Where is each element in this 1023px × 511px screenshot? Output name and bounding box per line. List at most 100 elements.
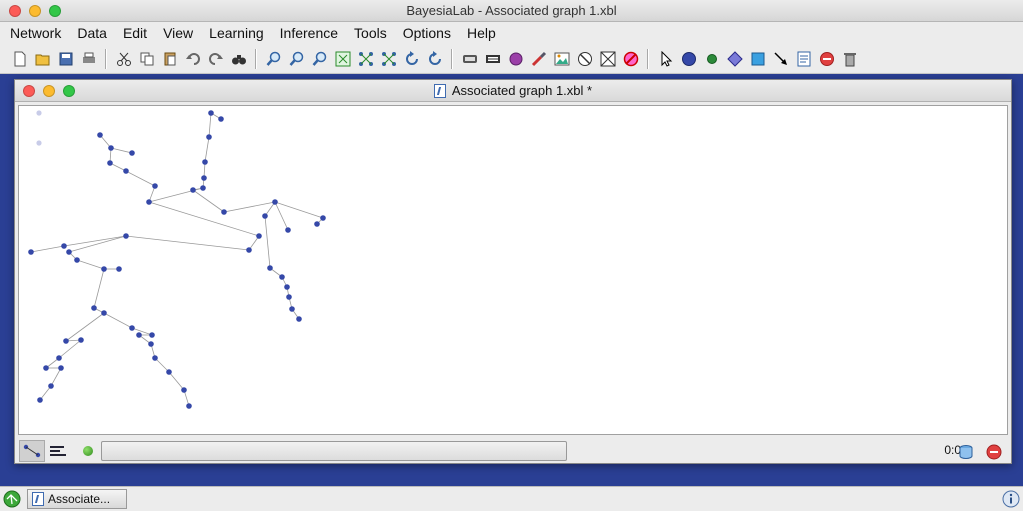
new-button[interactable] [9,48,31,70]
graph-node[interactable] [129,150,135,156]
menu-tools[interactable]: Tools [348,22,393,44]
graph-node[interactable] [116,266,122,272]
node-style-button[interactable] [482,48,504,70]
paste-button[interactable] [159,48,181,70]
undo-button[interactable] [182,48,204,70]
hide-button[interactable] [597,48,619,70]
graph-node[interactable] [206,134,212,140]
menu-data[interactable]: Data [71,22,113,44]
graph-node[interactable] [285,227,291,233]
small-node-button[interactable] [701,48,723,70]
rotate-right-button[interactable] [424,48,446,70]
graph-arc[interactable] [131,327,153,336]
graph-arc[interactable] [168,371,185,391]
graph-node[interactable] [101,310,107,316]
database-button[interactable] [953,441,979,463]
graph-arc[interactable] [274,201,289,231]
graph-arc[interactable] [223,201,276,213]
brush-button[interactable] [528,48,550,70]
arc-button[interactable] [770,48,792,70]
graph-node[interactable] [296,316,302,322]
graph-node[interactable] [221,209,227,215]
graph-node[interactable] [166,369,172,375]
graph-arc[interactable] [208,112,212,138]
menu-view[interactable]: View [157,22,199,44]
graph-node[interactable] [284,284,290,290]
graph-arc[interactable] [204,136,210,163]
menu-help[interactable]: Help [461,22,502,44]
open-button[interactable] [32,48,54,70]
zoom-fit-button[interactable] [309,48,331,70]
graph-arc[interactable] [148,201,260,237]
save-button[interactable] [55,48,77,70]
fit-window-button[interactable] [332,48,354,70]
graph-canvas[interactable] [18,105,1008,435]
distribute-button[interactable] [378,48,400,70]
graph-node[interactable] [108,145,114,151]
graph-node[interactable] [218,116,224,122]
graph-node[interactable] [146,199,152,205]
graph-node[interactable] [91,305,97,311]
graph-node[interactable] [78,337,84,343]
graph-node[interactable] [101,266,107,272]
network-status-icon[interactable] [3,490,21,508]
redo-button[interactable] [205,48,227,70]
graph-node[interactable] [320,215,326,221]
network-graph[interactable] [19,106,1008,435]
copy-button[interactable] [136,48,158,70]
zoom-in-button[interactable] [263,48,285,70]
find-button[interactable] [228,48,250,70]
graph-node[interactable] [63,338,69,344]
graph-node[interactable] [28,249,34,255]
graph-arc[interactable] [154,357,170,373]
graph-arc[interactable] [50,367,62,387]
graph-node[interactable] [123,233,129,239]
graph-node[interactable] [272,199,278,205]
node-button[interactable] [678,48,700,70]
graph-arc[interactable] [192,189,225,213]
zoom-document-button[interactable] [63,85,75,97]
close-document-button[interactable] [23,85,35,97]
graph-node[interactable] [56,355,62,361]
graph-node[interactable] [107,160,113,166]
minimize-document-button[interactable] [43,85,55,97]
menu-network[interactable]: Network [4,22,67,44]
graph-node[interactable] [37,397,43,403]
print-button[interactable] [78,48,100,70]
no-display-button[interactable] [574,48,596,70]
graph-node[interactable] [123,168,129,174]
graph-view-button[interactable] [19,440,45,462]
graph-node[interactable] [97,132,103,138]
menu-options[interactable]: Options [397,22,457,44]
cut-button[interactable] [113,48,135,70]
graph-node[interactable] [286,294,292,300]
minimize-window-button[interactable] [29,5,41,17]
menu-edit[interactable]: Edit [117,22,153,44]
graph-node[interactable] [201,175,207,181]
graph-node[interactable] [36,140,42,146]
graph-arc[interactable] [125,170,156,187]
graph-node[interactable] [129,325,135,331]
graph-node[interactable] [61,243,67,249]
graph-node[interactable] [148,341,154,347]
image-button[interactable] [551,48,573,70]
delete-button[interactable] [816,48,838,70]
graph-node[interactable] [181,387,187,393]
graph-arc[interactable] [76,259,105,270]
info-icon[interactable] [1002,490,1020,508]
close-window-button[interactable] [9,5,21,17]
graph-node[interactable] [58,365,64,371]
taskbar-document-item[interactable]: Associate... [27,489,127,509]
graph-arc[interactable] [58,339,82,359]
utility-node-button[interactable] [747,48,769,70]
graph-node[interactable] [48,383,54,389]
graph-arc[interactable] [264,215,271,269]
graph-node[interactable] [202,159,208,165]
stop-button[interactable] [981,441,1007,463]
graph-arc[interactable] [274,201,324,219]
graph-node[interactable] [149,332,155,338]
menu-learning[interactable]: Learning [203,22,270,44]
decision-node-button[interactable] [724,48,746,70]
pointer-button[interactable] [655,48,677,70]
graph-node[interactable] [262,213,268,219]
